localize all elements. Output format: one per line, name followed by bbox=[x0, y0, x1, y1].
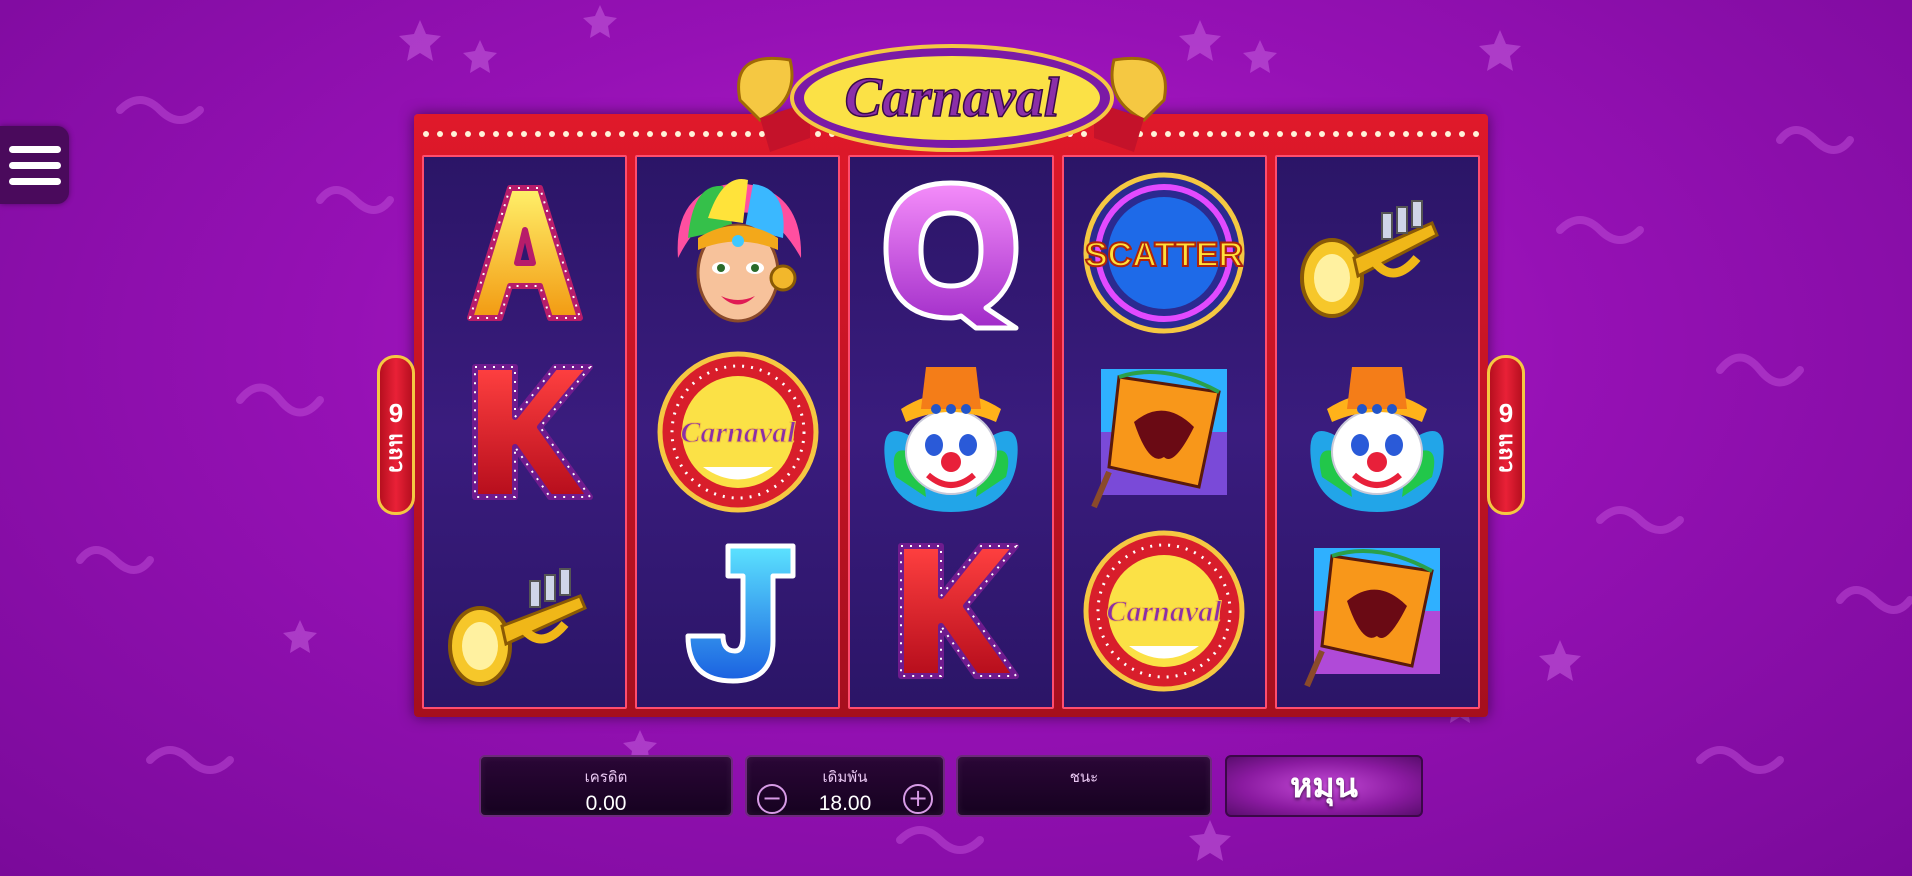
marquee-light bbox=[1473, 131, 1479, 137]
logo-text: Carnaval bbox=[845, 67, 1060, 129]
reel-3 bbox=[848, 155, 1054, 709]
marquee-light bbox=[479, 131, 485, 137]
marquee-light bbox=[1319, 131, 1325, 137]
symbol-a bbox=[435, 168, 615, 338]
symbol-trumpet bbox=[1287, 168, 1467, 338]
carnaval-logo: Carnaval bbox=[737, 44, 1167, 152]
marquee-light bbox=[1235, 131, 1241, 137]
paylines-count: 9 bbox=[1498, 397, 1514, 428]
marquee-light bbox=[1445, 131, 1451, 137]
marquee-light bbox=[1249, 131, 1255, 137]
marquee-light bbox=[717, 131, 723, 137]
marquee-light bbox=[423, 131, 429, 137]
paylines-left-badge: 9 แถว bbox=[374, 330, 418, 540]
symbol-carnaval-logo: Carnaval bbox=[648, 347, 828, 517]
reel-4: SCATTER Carnaval bbox=[1061, 155, 1267, 709]
paylines-word: แถว bbox=[383, 432, 409, 473]
marquee-light bbox=[1291, 131, 1297, 137]
bet-decrease-button[interactable]: − bbox=[757, 784, 787, 814]
marquee-light bbox=[465, 131, 471, 137]
svg-text:Carnaval: Carnaval bbox=[1107, 595, 1223, 628]
marquee-light bbox=[647, 131, 653, 137]
paylines-right-badge: 9 แถว bbox=[1484, 330, 1528, 540]
bet-increase-button[interactable]: + bbox=[903, 784, 933, 814]
paylines-word: แถว bbox=[1493, 432, 1519, 473]
marquee-light bbox=[507, 131, 513, 137]
reel-5 bbox=[1274, 155, 1481, 709]
marquee-light bbox=[521, 131, 527, 137]
marquee-light bbox=[437, 131, 443, 137]
marquee-light bbox=[1277, 131, 1283, 137]
marquee-light bbox=[1417, 131, 1423, 137]
symbol-q bbox=[861, 168, 1041, 338]
marquee-light bbox=[605, 131, 611, 137]
win-panel: ชนะ bbox=[956, 755, 1212, 817]
symbol-k bbox=[861, 526, 1041, 696]
marquee-light bbox=[1375, 131, 1381, 137]
credit-value: 0.00 bbox=[585, 792, 627, 815]
marquee-light bbox=[661, 131, 667, 137]
symbol-clown bbox=[1287, 347, 1467, 517]
reel-1 bbox=[422, 155, 628, 709]
marquee-light bbox=[1179, 131, 1185, 137]
win-label: ชนะ bbox=[1069, 768, 1099, 786]
marquee-light bbox=[1305, 131, 1311, 137]
marquee-light bbox=[1361, 131, 1367, 137]
marquee-light bbox=[675, 131, 681, 137]
marquee-light bbox=[1347, 131, 1353, 137]
marquee-light bbox=[1263, 131, 1269, 137]
marquee-light bbox=[535, 131, 541, 137]
svg-text:SCATTER: SCATTER bbox=[1085, 236, 1243, 274]
symbol-trumpet bbox=[435, 526, 615, 696]
marquee-light bbox=[451, 131, 457, 137]
marquee-light bbox=[689, 131, 695, 137]
menu-button[interactable] bbox=[0, 126, 69, 204]
marquee-light bbox=[1389, 131, 1395, 137]
marquee-light bbox=[563, 131, 569, 137]
hamburger-menu-icon bbox=[8, 145, 61, 153]
paylines-count: 9 bbox=[388, 397, 404, 428]
symbol-k bbox=[435, 347, 615, 517]
symbol-scatter: SCATTER bbox=[1074, 168, 1254, 338]
symbol-carnaval-logo: Carnaval bbox=[1074, 526, 1254, 696]
marquee-light bbox=[493, 131, 499, 137]
marquee-light bbox=[1193, 131, 1199, 137]
marquee-light bbox=[703, 131, 709, 137]
marquee-light bbox=[1403, 131, 1409, 137]
bet-panel: เดิมพัน 18.00 − + bbox=[745, 755, 945, 817]
reel-2: Carnaval bbox=[635, 155, 841, 709]
marquee-light bbox=[1207, 131, 1213, 137]
symbol-mask-flag bbox=[1074, 347, 1254, 517]
marquee-light bbox=[1333, 131, 1339, 137]
symbol-mask-flag bbox=[1287, 526, 1467, 696]
marquee-light bbox=[633, 131, 639, 137]
symbol-carnival-dancer bbox=[648, 168, 828, 338]
marquee-light bbox=[1221, 131, 1227, 137]
symbol-j bbox=[648, 526, 828, 696]
reels-area: Carnaval SCATTER Carnaval bbox=[422, 155, 1481, 709]
symbol-clown bbox=[861, 347, 1041, 517]
marquee-light bbox=[577, 131, 583, 137]
marquee-light bbox=[1431, 131, 1437, 137]
credit-label: เครดิต bbox=[584, 768, 628, 786]
marquee-light bbox=[549, 131, 555, 137]
credit-panel: เครดิต 0.00 bbox=[479, 755, 733, 817]
marquee-light bbox=[619, 131, 625, 137]
marquee-light bbox=[591, 131, 597, 137]
svg-text:Carnaval: Carnaval bbox=[680, 416, 796, 449]
spin-button[interactable]: หมุน bbox=[1225, 755, 1423, 817]
marquee-light bbox=[1459, 131, 1465, 137]
